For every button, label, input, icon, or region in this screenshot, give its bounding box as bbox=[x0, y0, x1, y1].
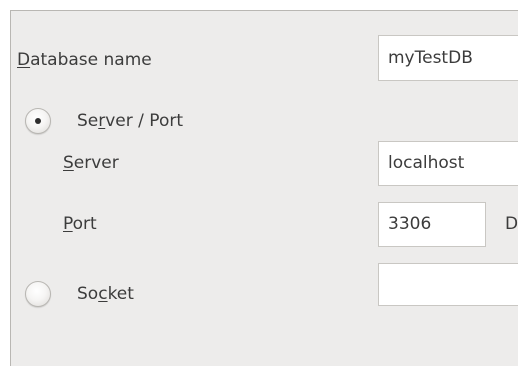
server-label: Server bbox=[63, 152, 119, 174]
database-name-label-accel: D bbox=[17, 50, 31, 70]
server-label-text: erver bbox=[73, 153, 119, 173]
radio-selected-dot bbox=[35, 118, 41, 124]
connection-settings-panel: Database name myTestDB Server / Port Ser… bbox=[10, 10, 518, 366]
socket-label-accel: c bbox=[98, 284, 108, 304]
port-label: Port bbox=[63, 213, 97, 235]
server-port-label-text: ver / Port bbox=[105, 111, 183, 131]
database-name-input[interactable]: myTestDB bbox=[378, 35, 518, 81]
socket-label-text: ket bbox=[107, 284, 134, 304]
server-port-label-pre: Se bbox=[77, 111, 99, 131]
server-port-radio[interactable] bbox=[25, 108, 51, 134]
port-input[interactable]: 3306 bbox=[378, 202, 486, 247]
port-label-accel: P bbox=[63, 214, 73, 234]
server-port-label[interactable]: Server / Port bbox=[77, 110, 183, 132]
socket-input[interactable] bbox=[378, 263, 518, 306]
socket-label[interactable]: Socket bbox=[77, 283, 134, 305]
port-label-text: ort bbox=[72, 214, 97, 234]
database-name-label: Database name bbox=[17, 49, 152, 71]
server-label-accel: S bbox=[63, 153, 74, 173]
socket-label-pre: So bbox=[77, 284, 99, 304]
socket-radio[interactable] bbox=[25, 281, 51, 307]
database-name-label-text: atabase name bbox=[30, 50, 152, 70]
port-trailing-label: D bbox=[505, 214, 518, 234]
server-input[interactable]: localhost bbox=[378, 141, 518, 186]
